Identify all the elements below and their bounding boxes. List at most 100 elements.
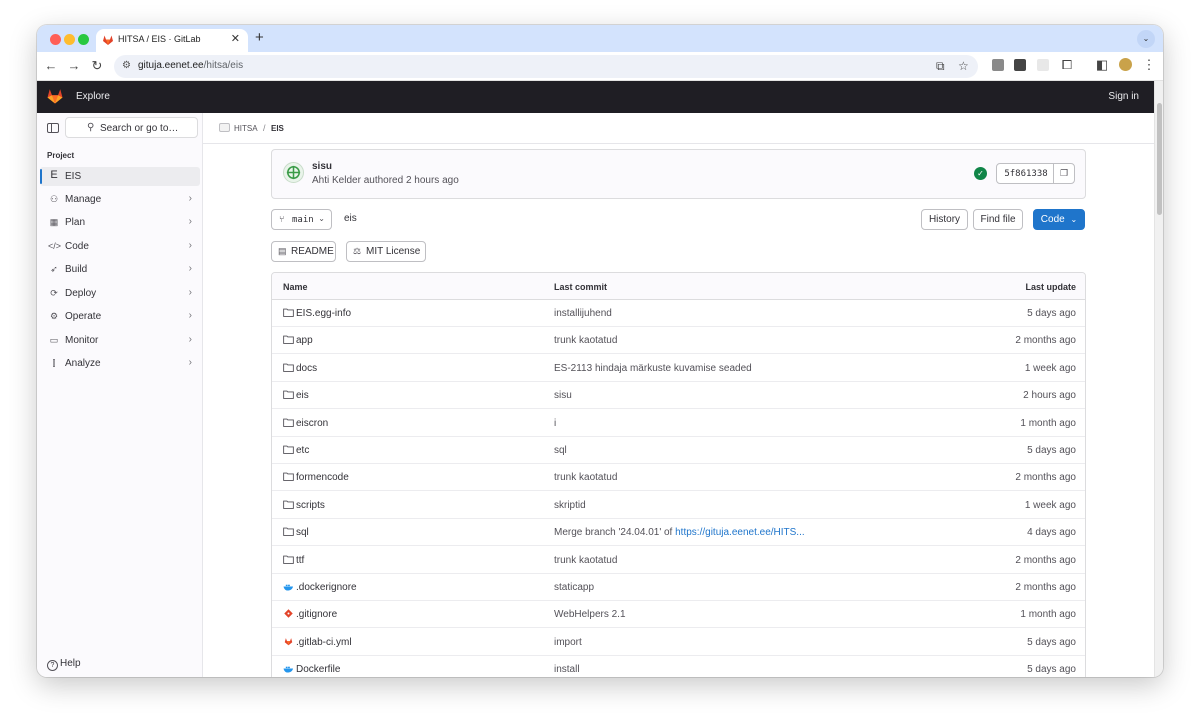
table-row[interactable]: eis sisu 2 hours ago: [272, 382, 1085, 410]
file-name-link[interactable]: ttf: [296, 555, 304, 566]
side-panel-icon[interactable]: ◧: [1094, 57, 1110, 73]
table-row[interactable]: ttf trunk kaotatud 2 months ago: [272, 547, 1085, 574]
table-row[interactable]: etc sql 5 days ago: [272, 437, 1085, 464]
file-name-link[interactable]: .gitignore: [296, 609, 337, 620]
tab-search-icon[interactable]: ⌄: [1137, 30, 1155, 48]
commit-sha-link[interactable]: 5f861338: [997, 169, 1055, 179]
file-name-link[interactable]: formencode: [296, 472, 349, 483]
sign-in-link[interactable]: Sign in: [1108, 91, 1139, 102]
file-name-link[interactable]: Dockerfile: [296, 664, 340, 675]
table-row[interactable]: Dockerfile install 5 days ago: [272, 656, 1085, 677]
code-dropdown-button[interactable]: Code ⌄: [1033, 209, 1085, 230]
table-row[interactable]: app trunk kaotatud 2 months ago: [272, 327, 1085, 355]
help-button[interactable]: ? Help: [47, 658, 81, 671]
last-commit-cell[interactable]: trunk kaotatud: [554, 335, 617, 346]
sidebar-item-build[interactable]: ➶ Build ›: [40, 260, 200, 279]
file-name-link[interactable]: etc: [296, 445, 309, 456]
last-commit-cell[interactable]: import: [554, 637, 582, 648]
tab-title: HITSA / EIS · GitLab: [118, 34, 201, 44]
sidebar-toggle-icon[interactable]: [47, 123, 59, 133]
sidebar-item-code[interactable]: </> Code ›: [40, 237, 200, 256]
bookmark-star-icon[interactable]: ☆: [958, 59, 969, 73]
breadcrumb-project-link[interactable]: EIS: [271, 124, 284, 133]
sidebar-item-analyze[interactable]: ⫿ Analyze ›: [40, 354, 200, 373]
explore-link[interactable]: Explore: [76, 91, 110, 102]
extension-2-icon[interactable]: [1014, 59, 1026, 71]
file-name-link[interactable]: .gitlab-ci.yml: [296, 637, 352, 648]
license-button[interactable]: ⚖ MIT License: [346, 241, 426, 262]
copy-sha-icon[interactable]: ❐: [1053, 164, 1074, 183]
file-name-link[interactable]: eis: [296, 390, 309, 401]
table-row[interactable]: formencode trunk kaotatud 2 months ago: [272, 464, 1085, 492]
back-icon[interactable]: ←: [43, 58, 59, 73]
commit-link[interactable]: https://gituja.eenet.ee/HITS...: [675, 527, 805, 538]
install-app-icon[interactable]: ⧉: [936, 59, 945, 74]
minimize-window-button[interactable]: [64, 34, 75, 45]
browser-tab[interactable]: HITSA / EIS · GitLab ✕: [96, 29, 248, 52]
branch-selector[interactable]: ⑂ main ⌄: [271, 209, 332, 230]
file-name-link[interactable]: scripts: [296, 500, 325, 511]
forward-icon[interactable]: →: [66, 58, 82, 73]
table-row[interactable]: .dockerignore staticapp 2 months ago: [272, 574, 1085, 601]
browser-menu-icon[interactable]: ⋮: [1141, 57, 1157, 73]
sidebar-item-deploy[interactable]: ⟳ Deploy ›: [40, 284, 200, 303]
readme-button[interactable]: ▤ README: [271, 241, 336, 262]
last-commit-cell[interactable]: sisu: [554, 390, 572, 401]
table-row[interactable]: EIS.egg-info installijuhend 5 days ago: [272, 300, 1085, 327]
file-name-link[interactable]: docs: [296, 363, 317, 374]
scrollbar-thumb[interactable]: [1157, 103, 1162, 215]
file-name-link[interactable]: eiscron: [296, 418, 328, 429]
table-row[interactable]: sql Merge branch '24.04.01' of https://gi…: [272, 519, 1085, 547]
sidebar-item-plan[interactable]: ▦ Plan ›: [40, 213, 200, 232]
branch-icon: ⑂: [279, 214, 285, 224]
last-commit-cell[interactable]: WebHelpers 2.1: [554, 609, 626, 620]
file-name-link[interactable]: EIS.egg-info: [296, 308, 351, 319]
reload-icon[interactable]: ↻: [89, 58, 105, 74]
profile-avatar[interactable]: [1119, 58, 1132, 71]
last-commit-cell[interactable]: trunk kaotatud: [554, 472, 617, 483]
table-row[interactable]: .gitlab-ci.yml import 5 days ago: [272, 629, 1085, 656]
close-window-button[interactable]: [50, 34, 61, 45]
tab-close-icon[interactable]: ✕: [231, 32, 240, 45]
last-update-cell: 2 months ago: [1015, 582, 1076, 593]
last-commit-cell[interactable]: ES-2113 hindaja märkuste kuvamise seaded: [554, 363, 752, 374]
last-commit-cell[interactable]: Merge branch '24.04.01' of https://gituj…: [554, 527, 805, 538]
address-bar[interactable]: ⚙ gituja.eenet.ee/hitsa/eis ⧉ ☆: [114, 55, 978, 78]
repository-toolbar: ⑂ main ⌄ eis History Find file Code ⌄: [271, 209, 1086, 230]
last-commit-cell[interactable]: skriptid: [554, 500, 586, 511]
last-commit-cell[interactable]: i: [554, 418, 556, 429]
table-row[interactable]: scripts skriptid 1 week ago: [272, 492, 1085, 519]
last-commit-cell[interactable]: sql: [554, 445, 567, 456]
last-update-cell: 5 days ago: [1027, 664, 1076, 676]
table-row[interactable]: .gitignore WebHelpers 2.1 1 month ago: [272, 601, 1085, 629]
file-name-link[interactable]: .dockerignore: [296, 582, 357, 593]
last-commit-cell[interactable]: install: [554, 664, 580, 675]
planning-icon: ▦: [49, 217, 59, 227]
extension-1-icon[interactable]: [992, 59, 1004, 71]
table-row[interactable]: eiscron i 1 month ago: [272, 410, 1085, 437]
file-name-link[interactable]: app: [296, 335, 313, 346]
find-file-button[interactable]: Find file: [973, 209, 1023, 230]
repo-path[interactable]: eis: [344, 213, 357, 224]
file-name-link[interactable]: sql: [296, 527, 309, 538]
sidebar-item-manage[interactable]: ⚇ Manage ›: [40, 190, 200, 209]
commit-title-link[interactable]: sisu: [312, 161, 332, 172]
last-commit-cell[interactable]: staticapp: [554, 582, 594, 593]
author-avatar[interactable]: [283, 162, 304, 183]
last-commit-cell[interactable]: trunk kaotatud: [554, 555, 617, 566]
page-scrollbar[interactable]: [1154, 81, 1163, 677]
sidebar-item-project[interactable]: E EIS: [40, 167, 200, 186]
extension-3-icon[interactable]: [1037, 59, 1049, 71]
maximize-window-button[interactable]: [78, 34, 89, 45]
sidebar-item-operate[interactable]: ⚙ Operate ›: [40, 307, 200, 326]
table-row[interactable]: docs ES-2113 hindaja märkuste kuvamise se…: [272, 355, 1085, 382]
gitlab-logo-icon[interactable]: [46, 87, 64, 105]
breadcrumb-group-link[interactable]: HITSA: [234, 124, 258, 133]
new-tab-icon[interactable]: +: [255, 29, 264, 46]
history-button[interactable]: History: [921, 209, 968, 230]
last-commit-cell[interactable]: installijuhend: [554, 308, 612, 319]
extensions-puzzle-icon[interactable]: ⧠: [1059, 57, 1075, 73]
sidebar-item-monitor[interactable]: ▭ Monitor ›: [40, 331, 200, 350]
site-info-icon[interactable]: ⚙: [122, 60, 131, 71]
pipeline-passed-icon[interactable]: ✓: [974, 167, 987, 180]
